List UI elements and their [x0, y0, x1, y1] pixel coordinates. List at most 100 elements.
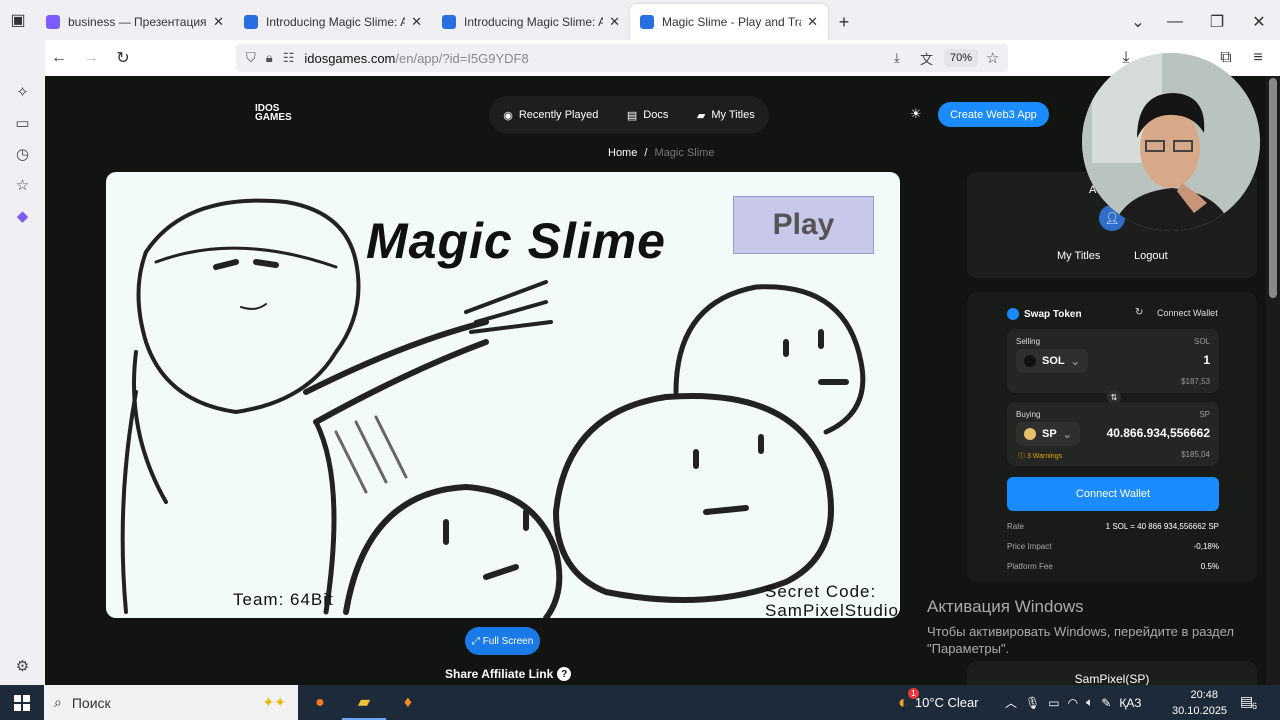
close-icon[interactable]: ✕ — [609, 14, 620, 30]
close-icon[interactable]: ✕ — [213, 14, 224, 30]
reload-button[interactable]: ↻ — [107, 44, 139, 72]
play-button[interactable]: Play — [733, 196, 874, 254]
weather-widget[interactable]: ◐ 1 10°C Clear — [898, 685, 979, 720]
full-screen-button[interactable]: ⤢ Full Screen — [465, 627, 540, 655]
tab-overview-icon[interactable]: ▣ — [0, 0, 36, 40]
webcam-person-image — [1082, 53, 1260, 231]
lock-icon[interactable]: 🔒︎ — [266, 50, 273, 66]
breadcrumb-home[interactable]: Home — [608, 147, 637, 159]
url-bar[interactable]: ⛉ 🔒︎ ☷ idosgames.com/en/app/?id=I5G9YDF8… — [236, 44, 1008, 72]
maximize-button[interactable]: ❐ — [1196, 4, 1238, 40]
game-canvas[interactable]: Magic Slime Play Team: 64Bit Secret Code… — [106, 172, 900, 618]
notification-center-icon[interactable]: ▤ 6 — [1240, 693, 1257, 711]
tab-favicon — [442, 15, 456, 29]
back-button[interactable]: ← — [43, 44, 75, 72]
clock-date: 30.10.2025 — [1172, 705, 1228, 717]
buying-label: Buying — [1016, 410, 1041, 419]
fl-studio-icon[interactable]: ♦ — [386, 685, 430, 720]
battery-icon[interactable]: ▭ — [1048, 696, 1059, 710]
menu-icon[interactable]: ≡ — [1242, 44, 1274, 72]
language-indicator[interactable]: ҚАЗ — [1119, 696, 1141, 710]
microphone-icon[interactable]: 🎙︎ — [1025, 696, 1040, 710]
nav-my-titles[interactable]: ▰ My Titles — [697, 109, 755, 122]
selling-label: Selling — [1016, 337, 1041, 346]
notification-count: 6 — [1252, 701, 1258, 711]
download-page-icon[interactable]: ⤓ — [894, 50, 900, 66]
navigation-bar: ▤ ← → ↻ ⛉ 🔒︎ ☷ idosgames.com/en/app/?id=… — [0, 40, 1280, 76]
tab-magic-slime[interactable]: Magic Slime - Play and Trade N ✕ — [630, 4, 828, 40]
sol-token-icon — [1024, 355, 1036, 367]
tab-bar: ▣ business — Презентация ✕ Introducing M… — [0, 0, 1280, 40]
minimize-button[interactable]: — — [1154, 4, 1196, 40]
forward-button[interactable]: → — [75, 44, 107, 72]
selling-amount-input[interactable]: 1 — [1203, 353, 1210, 367]
top-navigation: ◉ Recently Played ▤ Docs ▰ My Titles — [489, 96, 769, 134]
logout-button[interactable]: Logout — [1134, 250, 1168, 262]
bookmark-star-icon[interactable]: ☆ — [986, 49, 999, 67]
connect-wallet-button[interactable]: Connect Wallet — [1007, 477, 1219, 511]
bookmarks-icon[interactable]: ☆ — [0, 169, 45, 200]
clock-time: 20:48 — [1190, 689, 1218, 701]
tab-favicon — [244, 15, 258, 29]
gear-icon[interactable]: ⚙ — [0, 650, 45, 681]
chevron-down-icon: ⌄ — [1062, 428, 1072, 441]
tab-label: Introducing Magic Slime: A Uni — [266, 15, 406, 29]
refresh-icon[interactable]: ↻ — [1135, 307, 1143, 318]
share-affiliate-link[interactable]: Share Affiliate Link? — [445, 667, 572, 681]
swap-header: Swap Token — [1007, 308, 1082, 320]
theme-toggle-icon[interactable]: ☀ — [910, 106, 922, 122]
connect-wallet-link[interactable]: Connect Wallet — [1157, 308, 1218, 318]
firefox-app-icon[interactable]: ● — [298, 685, 342, 720]
close-icon[interactable]: ✕ — [411, 14, 422, 30]
share-label: Share Affiliate Link — [445, 667, 554, 681]
my-titles-button[interactable]: My Titles — [1057, 250, 1100, 262]
new-tab-button[interactable]: + — [828, 4, 860, 40]
weather-text: 10°C Clear — [914, 695, 979, 710]
secret-code-line-2: SamPixelStudio — [765, 601, 900, 618]
close-icon[interactable]: ✕ — [807, 14, 818, 30]
zoom-level[interactable]: 70% — [944, 49, 979, 67]
selling-token-hint: SOL — [1193, 337, 1210, 346]
tab-business[interactable]: business — Презентация ✕ — [36, 4, 234, 40]
warnings-badge[interactable]: ⓘ 3 Warnings — [1018, 451, 1062, 461]
game-controller-icon[interactable]: ◆ — [0, 200, 45, 231]
chevron-up-icon[interactable]: ︿ — [1005, 694, 1017, 711]
scrollbar-thumb[interactable] — [1269, 78, 1277, 298]
chevron-down-icon[interactable]: ⌄ — [1122, 4, 1154, 40]
price-impact-label: Price Impact — [1007, 542, 1052, 551]
shield-icon[interactable]: ⛉ — [246, 50, 256, 66]
nav-recently-played[interactable]: ◉ Recently Played — [503, 109, 598, 122]
buying-box: Buying SP SP ⌄ 40.866.934,556662 ⓘ 3 Warn… — [1007, 402, 1219, 466]
volume-icon[interactable]: 🔈︎ — [1086, 695, 1093, 710]
rate-value: 1 SOL = 40 866 934,556662 SP — [1105, 522, 1219, 531]
tab-introducing-2[interactable]: Introducing Magic Slime: A Uni ✕ — [432, 4, 630, 40]
taskbar-clock[interactable]: 20:48 30.10.2025 — [1172, 687, 1228, 719]
file-explorer-icon[interactable]: ▰ — [342, 685, 386, 720]
site-logo[interactable]: IDOS GAMES — [255, 104, 292, 123]
translate-icon[interactable]: 文 — [920, 49, 933, 68]
selling-token-selector[interactable]: SOL ⌄ — [1016, 349, 1088, 373]
synced-tabs-icon[interactable]: ▭ — [0, 107, 45, 138]
nav-docs[interactable]: ▤ Docs — [627, 109, 668, 122]
full-screen-label: Full Screen — [482, 635, 534, 647]
team-label: Team: 64Bit — [233, 590, 334, 609]
site-settings-icon[interactable]: ☷ — [283, 50, 295, 66]
help-icon[interactable]: ? — [557, 667, 572, 681]
create-web3-app-button[interactable]: Create Web3 App — [938, 102, 1049, 127]
page-scrollbar[interactable] — [1266, 76, 1280, 685]
window-close-button[interactable]: ✕ — [1238, 4, 1280, 40]
tab-label: Magic Slime - Play and Trade N — [662, 15, 801, 29]
ai-sparkle-icon[interactable]: ✧ — [0, 76, 45, 107]
pen-icon[interactable]: ✎ — [1101, 696, 1111, 710]
taskbar-search[interactable]: ⌕ Поиск ✦✦ — [44, 685, 298, 720]
secret-code-line-1: Secret Code: — [765, 582, 877, 601]
search-highlight-icon: ✦✦ — [262, 694, 286, 710]
tab-introducing-1[interactable]: Introducing Magic Slime: A Uni ✕ — [234, 4, 432, 40]
game-title: Magic Slime — [366, 213, 666, 269]
weather-badge: 1 — [908, 688, 919, 699]
buying-token-selector[interactable]: SP ⌄ — [1016, 422, 1080, 446]
weather-icon: ◐ — [898, 692, 909, 712]
windows-start-button[interactable] — [0, 685, 44, 720]
wifi-icon[interactable]: ◠ — [1068, 696, 1078, 710]
history-icon[interactable]: ◷ — [0, 138, 45, 169]
